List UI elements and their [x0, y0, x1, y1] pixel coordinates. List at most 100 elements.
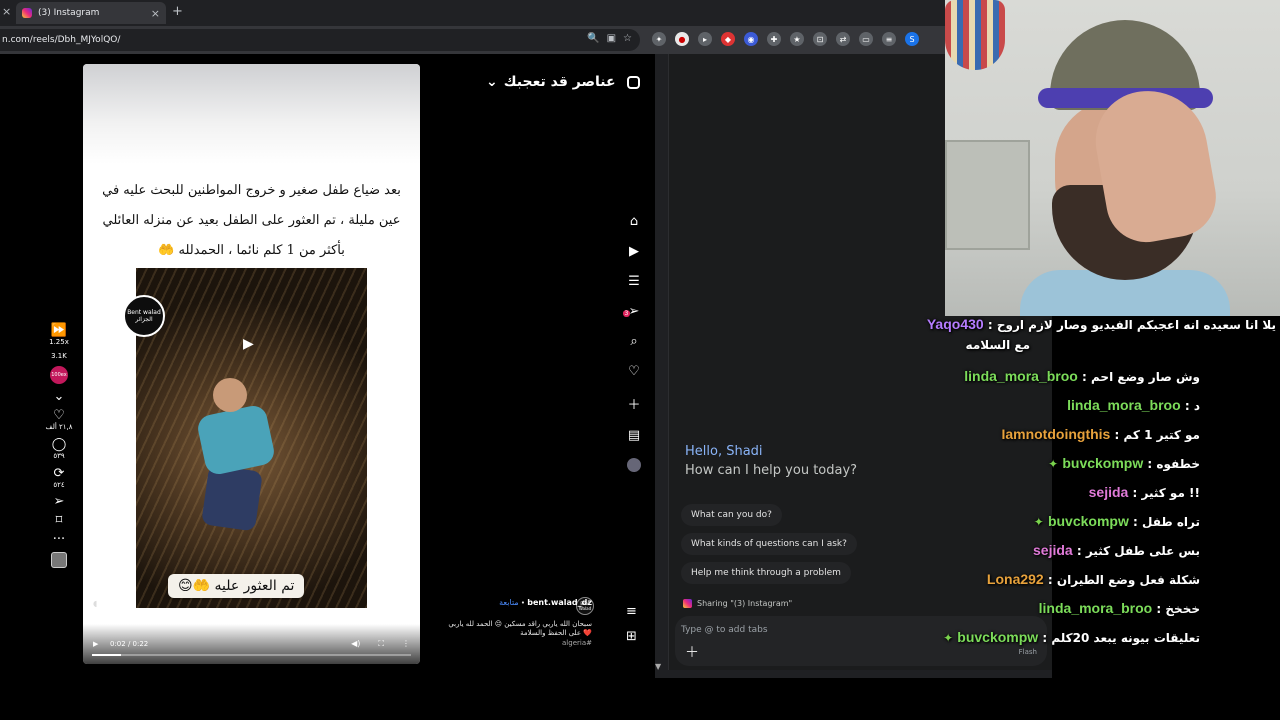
reel-video-card[interactable]: بعد ضياع طفل صغير و خروج المواطنين للبحث…	[83, 64, 420, 664]
tab-instagram[interactable]: (3) Instagram ×	[16, 2, 166, 24]
sleeping-child-figure	[191, 378, 281, 532]
repost-button[interactable]: ⟳ ٥٢٤	[53, 467, 64, 490]
create-plus-icon[interactable]: ＋	[627, 394, 640, 413]
volume-icon[interactable]: ◀)	[351, 639, 360, 649]
chat-message: تعليقات بيونه يبعد 20كلم : buvckompw ✦	[943, 629, 1200, 645]
bookmarks-icon[interactable]: ★	[790, 32, 804, 46]
chat-username: buvckompw	[1062, 455, 1144, 471]
apps-grid-icon[interactable]: ⊞	[626, 629, 637, 644]
reels-icon[interactable]: ▶	[629, 244, 639, 259]
greeting-name: Hello, Shadi	[685, 444, 763, 459]
new-tab-button[interactable]: +	[172, 4, 183, 19]
chat-message-text: د	[1193, 399, 1200, 413]
save-bookmark-icon[interactable]: ⌑	[56, 514, 63, 527]
suggestions-header[interactable]: ⌄ عناصر قد تعجبك	[486, 74, 616, 90]
fullscreen-icon[interactable]: ⛶	[378, 639, 384, 649]
play-small-icon[interactable]: ▶	[93, 640, 98, 648]
webcam-overlay	[945, 0, 1280, 316]
extension-icon[interactable]: ◉	[744, 32, 758, 46]
live-chat-overlay: يلا انا سعيده انه اعجبكم الفيديو وصار لا…	[927, 316, 1280, 666]
follow-link[interactable]: متابعة	[499, 598, 519, 607]
mute-icon[interactable]: ◖	[93, 599, 97, 608]
chat-message-text: تعليقات بيونه يبعد 20كلم	[1051, 631, 1200, 645]
instagram-logo-icon[interactable]	[627, 76, 640, 89]
tab-close-icon[interactable]: ×	[151, 7, 160, 20]
chat-message-text: شكلة فعل وضع الطيران	[1056, 573, 1200, 587]
suggestion-chip[interactable]: Help me think through a problem	[681, 562, 851, 584]
suggestion-chip[interactable]: What kinds of questions can I ask?	[681, 533, 857, 555]
reel-action-rail: ⏩ 1.25x 3.1K 100ex ⌄ ♡ ٢١,٨ ألف ◯ ٥٣٩ ⟳	[40, 324, 78, 569]
streamer-figure	[1020, 20, 1230, 316]
browser-window: × (3) Instagram × + n.com/reels/Dbh_MJYo…	[0, 0, 1052, 678]
address-bar[interactable]: n.com/reels/Dbh_MJYolQO/ 🔍 ▣ ☆	[0, 29, 640, 51]
chat-message-text: تراه طفل	[1142, 515, 1200, 529]
author-block: bent.walad_dz • متابعة سبحان الله ياربي …	[440, 598, 592, 648]
profile-avatar[interactable]: S	[905, 32, 919, 46]
chat-separator: :	[1110, 428, 1124, 442]
dashboard-icon[interactable]: ▤	[628, 428, 640, 443]
hashtag[interactable]: #algeria	[440, 639, 592, 648]
chat-message: تراه طفل : buvckompw ✦	[1034, 513, 1200, 529]
home-icon[interactable]: ⌂	[630, 214, 638, 229]
play-icon[interactable]: ▶	[243, 336, 254, 352]
translate-icon[interactable]: ⇄	[836, 32, 850, 46]
bookmark-star-icon[interactable]: ☆	[623, 33, 632, 44]
chat-message: !! مو كثير : sejida	[1089, 484, 1200, 500]
boost-badge[interactable]: 100ex	[50, 366, 68, 385]
chat-separator: :	[1152, 602, 1166, 616]
screenshot-icon[interactable]: ⊡	[813, 32, 827, 46]
share-icon[interactable]: ➢	[54, 495, 65, 508]
gemini-icon[interactable]: ✦	[652, 32, 666, 46]
sidebar-icon[interactable]: ▭	[859, 32, 873, 46]
reel-video-frame[interactable]	[136, 268, 367, 608]
comment-button[interactable]: ◯ ٥٣٩	[52, 438, 67, 461]
extension-icon[interactable]: ▸	[698, 32, 712, 46]
filter-icon[interactable]: ☰	[628, 274, 640, 289]
close-icon[interactable]: ×	[2, 5, 11, 18]
chat-username: linda_mora_broo	[1067, 397, 1181, 413]
chat-message: خخخخ : linda_mora_broo	[1039, 600, 1200, 616]
chat-message-text: بس على طفل كثير	[1085, 544, 1200, 558]
chat-message: مو كتير 1 كم : Iamnotdoingthis	[1001, 426, 1200, 442]
child-legs	[201, 464, 263, 532]
like-button[interactable]: ♡ ٢١,٨ ألف	[45, 409, 72, 432]
tab-title: (3) Instagram	[38, 8, 100, 18]
chevron-down-icon[interactable]: ⌄	[54, 390, 65, 403]
search-icon[interactable]: ⌕	[630, 334, 637, 349]
more-vertical-icon[interactable]: ⋮	[402, 639, 410, 649]
profile-avatar[interactable]	[627, 458, 641, 472]
messages-icon[interactable]: ➢ 3	[622, 304, 639, 319]
chat-message-text: !! مو كثير	[1141, 486, 1201, 500]
heart-icon: ♡	[53, 408, 65, 424]
chat-username: linda_mora_broo	[964, 368, 1078, 384]
chat-username: sejida	[1088, 484, 1129, 500]
more-options-icon[interactable]: ···	[53, 533, 65, 546]
audio-avatar[interactable]	[51, 552, 67, 569]
chat-username: linda_mora_broo	[1038, 600, 1153, 616]
menu-icon[interactable]: ≡	[626, 604, 637, 619]
zoom-icon[interactable]: 🔍	[587, 33, 599, 44]
chat-message-text: مو كتير 1 كم	[1123, 428, 1201, 442]
author-name[interactable]: bent.walad_dz	[527, 598, 592, 607]
comment-icon: ◯	[51, 437, 67, 453]
extension-icon[interactable]: ●	[675, 32, 689, 46]
instagram-favicon-icon	[22, 8, 32, 18]
likes-count: ٢١,٨ ألف	[45, 423, 73, 432]
suggestion-chip[interactable]: What can you do?	[681, 504, 782, 526]
prompt-placeholder: Type @ to add tabs	[681, 625, 768, 635]
video-progress-bar[interactable]	[92, 654, 411, 656]
reel-description: سبحان الله ياربي راقد مسكين 😔 الحمد لله …	[448, 620, 592, 638]
video-time: 0:02 / 0:22	[110, 640, 149, 648]
speed-control[interactable]: ⏩ 1.25x	[49, 324, 69, 347]
chat-message: خطفوه : buvckompw ✦	[1048, 455, 1200, 471]
scroll-down-icon[interactable]: ▼	[655, 662, 661, 671]
notifications-heart-icon[interactable]: ♡	[628, 364, 640, 379]
child-shirt	[195, 403, 277, 477]
instagram-bottom-nav: ≡ ⊞	[626, 604, 637, 644]
add-attachment-icon[interactable]: ＋	[685, 642, 699, 662]
extension-icon[interactable]: ◆	[721, 32, 735, 46]
chat-message-text: خطفوه	[1156, 457, 1200, 471]
menu-icon[interactable]: ≡	[882, 32, 896, 46]
extensions-puzzle-icon[interactable]: ✚	[767, 32, 781, 46]
cast-icon[interactable]: ▣	[607, 33, 616, 44]
